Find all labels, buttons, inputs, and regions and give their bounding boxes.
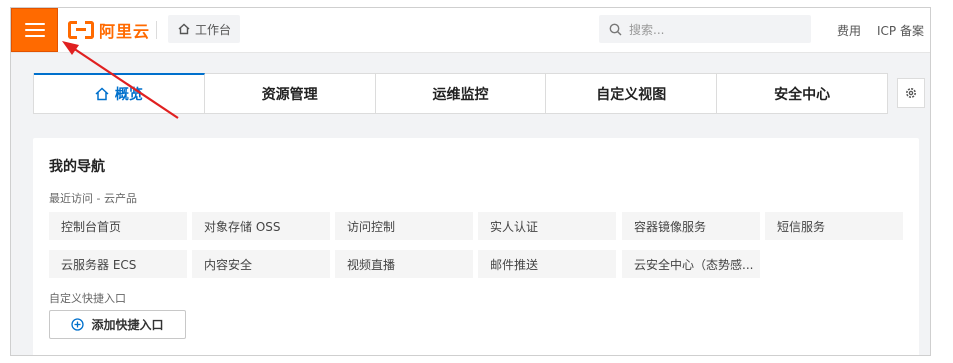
tab-security-center[interactable]: 安全中心	[717, 74, 887, 113]
tab-custom-view[interactable]: 自定义视图	[546, 74, 718, 113]
top-bar: 阿里云 工作台 搜索... 费用 ICP 备案	[11, 8, 930, 53]
tab-overview[interactable]: 概览	[34, 73, 205, 113]
icp-link[interactable]: ICP 备案	[877, 22, 924, 39]
tab-label: 运维监控	[432, 86, 489, 103]
tab-ops-monitoring[interactable]: 运维监控	[376, 74, 547, 113]
tab-label: 资源管理	[261, 86, 318, 103]
workbench-button[interactable]: 工作台	[168, 15, 240, 43]
home-icon	[95, 87, 109, 101]
menu-button[interactable]	[11, 8, 58, 52]
header-divider	[156, 21, 157, 39]
recent-item[interactable]: 访问控制	[335, 212, 473, 240]
recent-item[interactable]: 实人认证	[478, 212, 616, 240]
recent-item[interactable]: 短信服务	[765, 212, 903, 240]
tab-label: 自定义视图	[596, 86, 667, 103]
tab-label: 概览	[114, 87, 143, 103]
fee-link[interactable]: 费用	[837, 22, 861, 39]
plus-circle-icon	[71, 318, 85, 331]
search-placeholder: 搜索...	[629, 22, 665, 37]
add-shortcut-label: 添加快捷入口	[91, 318, 164, 332]
search-input[interactable]: 搜索...	[599, 15, 811, 43]
my-navigation-card: 我的导航 最近访问 - 云产品 控制台首页 对象存储 OSS 访问控制 实人认证…	[33, 138, 919, 355]
aliyun-logo-icon	[68, 21, 94, 39]
logo-text: 阿里云	[99, 22, 151, 41]
gear-icon	[906, 88, 916, 98]
recent-item[interactable]: 邮件推送	[478, 250, 616, 278]
custom-shortcut-label: 自定义快捷入口	[49, 292, 126, 305]
search-icon	[609, 23, 622, 35]
recent-item[interactable]: 容器镜像服务	[622, 212, 760, 240]
workbench-label: 工作台	[195, 22, 232, 37]
home-icon	[178, 23, 190, 35]
recent-item[interactable]: 视频直播	[335, 250, 473, 278]
tab-resource-management[interactable]: 资源管理	[205, 74, 376, 113]
recent-item[interactable]: 控制台首页	[49, 212, 187, 240]
settings-button[interactable]	[897, 78, 925, 108]
card-title: 我的导航	[49, 159, 105, 175]
tab-bar: 概览 资源管理 运维监控 自定义视图 安全中心	[33, 73, 888, 114]
add-shortcut-button[interactable]: 添加快捷入口	[49, 310, 186, 339]
aliyun-logo[interactable]: 阿里云	[68, 19, 150, 41]
recent-item[interactable]: 内容安全	[192, 250, 330, 278]
tab-label: 安全中心	[774, 86, 831, 103]
recent-section-label: 最近访问 - 云产品	[49, 192, 137, 205]
console-window: 阿里云 工作台 搜索... 费用 ICP 备案 概览 资源管理 运维监控 自定义…	[10, 7, 931, 356]
recent-item[interactable]: 云安全中心（态势感...	[622, 250, 760, 278]
recent-item[interactable]: 云服务器 ECS	[49, 250, 187, 278]
recent-item[interactable]: 对象存储 OSS	[192, 212, 330, 240]
hamburger-menu-icon	[24, 23, 45, 37]
